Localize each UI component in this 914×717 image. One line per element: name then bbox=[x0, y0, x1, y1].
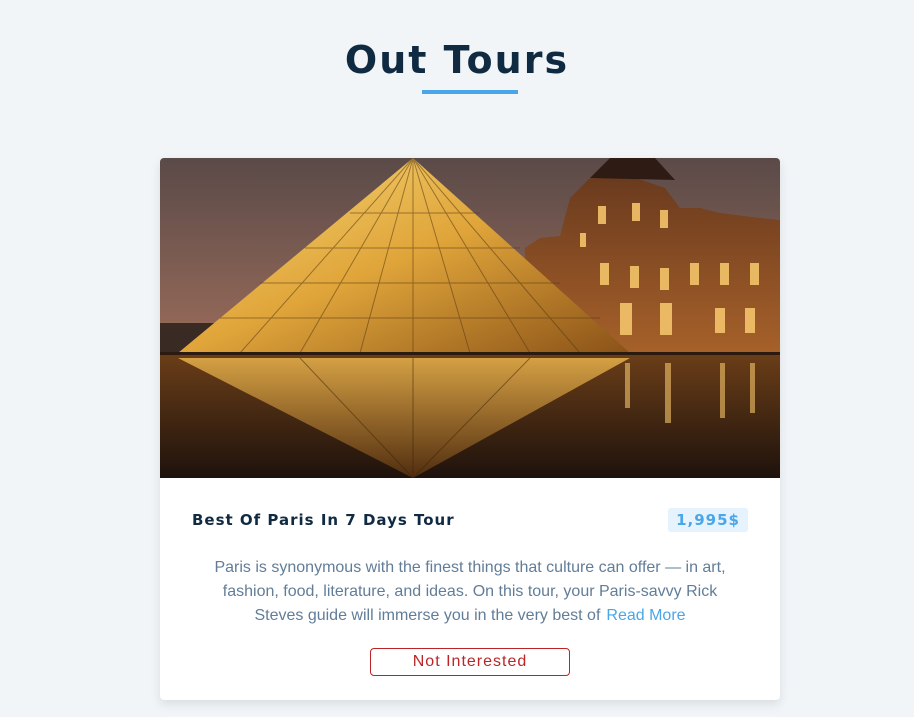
page-title: Out Tours bbox=[344, 38, 570, 82]
tour-price-badge: 1,995$ bbox=[668, 508, 748, 532]
tour-photo bbox=[160, 158, 780, 478]
read-more-link[interactable]: Read More bbox=[606, 607, 685, 624]
tour-name: Best Of Paris In 7 Days Tour bbox=[192, 511, 455, 529]
not-interested-button[interactable]: Not Interested bbox=[370, 648, 570, 676]
tour-card: Best Of Paris In 7 Days Tour 1,995$ Pari… bbox=[160, 158, 780, 700]
title-underline bbox=[422, 90, 518, 94]
tour-description: Paris is synonymous with the finest thin… bbox=[200, 556, 740, 628]
